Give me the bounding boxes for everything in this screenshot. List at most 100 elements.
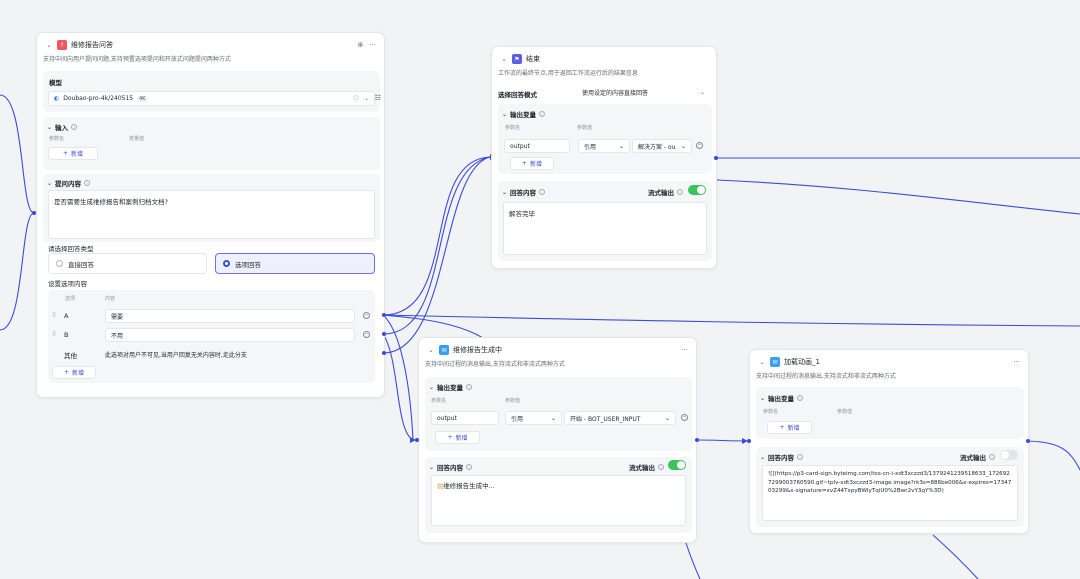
add-variable-button[interactable]: + 新增 <box>435 431 480 444</box>
collapse-chevron-icon[interactable]: ⌄ <box>427 347 435 354</box>
param-value-header: 参数值 <box>577 125 593 131</box>
gen-input-port[interactable] <box>415 438 419 442</box>
param-name-header: 参数名 <box>763 409 779 415</box>
anim-output-port[interactable] <box>1026 439 1030 443</box>
add-variable-button[interactable]: + 新增 <box>510 157 554 170</box>
collapse-chevron-icon[interactable]: ⌄ <box>502 189 507 196</box>
end-input-port[interactable] <box>714 156 718 160</box>
other-option-key: 其他 <box>64 352 77 360</box>
stream-label: 流式输出 <box>960 454 986 462</box>
option-content-input[interactable]: 需要 <box>105 309 355 323</box>
var-type-select[interactable]: 引用 ⌄ <box>505 411 562 425</box>
end-node[interactable]: ⌄ ⚑ 结束 工作流的最终节点,用于返回工作流运行后的结果信息 选择回答模式 使… <box>491 46 717 269</box>
var-type-select[interactable]: 引用 ⌄ <box>578 139 630 153</box>
input-label: 输入 <box>55 124 69 132</box>
collapse-chevron-icon[interactable]: ⌄ <box>429 464 434 471</box>
add-circle-icon[interactable]: ⊕ <box>357 41 363 49</box>
plus-icon: + <box>447 434 453 441</box>
end-flag-icon: ⚑ <box>512 54 522 64</box>
remove-option-icon[interactable]: − <box>363 331 370 338</box>
var-value-select[interactable]: 解决方案 - ou ⌄ <box>632 139 692 153</box>
stream-toggle[interactable] <box>1000 450 1018 460</box>
option-content-input[interactable]: 不用 <box>105 328 355 342</box>
info-icon: i <box>658 464 664 470</box>
answer-textarea[interactable]: ![](https://p3-card-sign.byteimg.com/tos… <box>762 465 1018 521</box>
option-a-port[interactable] <box>382 313 386 317</box>
collapse-chevron-icon[interactable]: ⌄ <box>47 124 52 131</box>
collapse-chevron-icon[interactable]: ⌄ <box>47 180 52 187</box>
collapse-chevron-icon[interactable]: ⌄ <box>500 56 508 63</box>
message-node-loading-animation[interactable]: ⌄ ✉ 加载动画_1 ··· 支持中间过程的消息输出,支持流式和非流式两种方式 … <box>749 349 1029 534</box>
collapse-chevron-icon[interactable]: ⌄ <box>429 384 434 391</box>
option-b-port[interactable] <box>382 332 386 336</box>
var-value-select[interactable]: 开始 - BOT_USER_INPUT ⌄ <box>564 411 676 425</box>
answer-section: ⌄ 回答内容 i 流式输出 i ![](https://p3-card-sign… <box>756 447 1024 527</box>
mode-label: 选择回答模式 <box>498 91 537 99</box>
answer-options-radio[interactable]: 选项回答 <box>215 253 375 274</box>
answer-textarea[interactable]: ▤维修报告生成中... <box>431 475 686 526</box>
more-menu-icon[interactable]: ··· <box>681 346 688 354</box>
node-description: 支持中间向用户提问问题,支持预置选项提问和开放式问题提问两种方式 <box>43 56 231 63</box>
collapse-chevron-icon[interactable]: ⌄ <box>502 111 507 118</box>
collapse-chevron-icon[interactable]: ⌄ <box>760 454 765 461</box>
dropdown-icon: ⌄ <box>664 414 670 422</box>
info-icon[interactable]: ⓘ <box>353 94 359 103</box>
stream-toggle[interactable] <box>668 460 686 470</box>
output-section: ⌄ 输出变量 i 参数名 参数值 + 新增 <box>756 387 1024 439</box>
option-key: B <box>64 331 69 339</box>
info-icon: i <box>797 454 804 460</box>
param-name-header: 参数名 <box>49 136 65 142</box>
dropdown-icon[interactable]: ⌄ <box>364 95 369 102</box>
option-other-port[interactable] <box>382 351 386 355</box>
param-name-header: 参数名 <box>505 125 521 131</box>
output-section: ⌄ 输出变量 i 参数名 参数值 output 引用 ⌄ 解决方案 - ou ⌄ −… <box>498 104 712 174</box>
remove-variable-icon[interactable]: − <box>681 414 688 421</box>
input-section: ⌄ 输入 i 参数名 变量值 + 新增 <box>43 117 380 170</box>
model-label: 模型 <box>49 79 62 87</box>
add-input-button[interactable]: + 新增 <box>48 147 98 160</box>
node-title: 维修报告生成中 <box>453 346 502 354</box>
model-select[interactable]: ◐ Doubao-pro-4k/240515 4K ⓘ ⌄ <box>48 91 375 106</box>
dropdown-icon: ⌄ <box>618 142 624 150</box>
answer-direct-radio[interactable]: 直接回答 <box>48 253 207 274</box>
more-menu-icon[interactable]: ··· <box>369 41 376 49</box>
remove-option-icon[interactable]: − <box>363 312 370 319</box>
info-icon: i <box>797 395 804 401</box>
answer-label: 回答内容 <box>768 454 795 462</box>
gen-output-port[interactable] <box>695 438 699 442</box>
node-title: 加载动画_1 <box>784 358 820 366</box>
doubao-logo-icon: ◐ <box>54 95 60 102</box>
output-label: 输出变量 <box>768 395 795 403</box>
more-menu-icon[interactable]: ··· <box>1013 358 1020 366</box>
qa-node[interactable]: ⌄ ? 维修报告问答 ⊕ ··· 支持中间向用户提问问题,支持预置选项提问和开放… <box>36 32 385 398</box>
remove-variable-icon[interactable]: − <box>696 142 703 149</box>
options-section: 选项 内容 ⠿ A 需要 − ⠿ B 不用 − 其他 此选项对用户不可见,当用户… <box>48 290 375 383</box>
var-name-input[interactable]: output <box>431 411 499 425</box>
info-icon: i <box>466 384 473 390</box>
param-name-header: 参数名 <box>431 398 447 404</box>
stream-toggle[interactable] <box>688 185 706 195</box>
node-description: 支持中间过程的消息输出,支持流式和非流式两种方式 <box>756 373 896 380</box>
info-icon: i <box>539 111 546 117</box>
message-node-generating[interactable]: ⌄ ✉ 维修报告生成中 ··· 支持中间过程的消息输出,支持流式和非流式两种方式… <box>418 337 697 543</box>
node-description: 支持中间过程的消息输出,支持流式和非流式两种方式 <box>425 361 565 368</box>
drag-handle-icon[interactable]: ⠿ <box>52 312 56 319</box>
question-textarea[interactable]: 是否需要生成维修报告和案例归档文档? <box>48 190 375 239</box>
question-answer-icon: ? <box>57 40 67 50</box>
settings-sliders-icon[interactable]: ☷ <box>375 94 381 102</box>
var-name-input[interactable]: output <box>504 139 570 153</box>
collapse-chevron-icon[interactable]: ⌄ <box>760 395 765 402</box>
collapse-chevron-icon[interactable]: ⌄ <box>45 42 53 49</box>
add-variable-button[interactable]: + 新增 <box>767 421 812 434</box>
drag-handle-icon[interactable]: ⠿ <box>52 331 56 338</box>
mode-select[interactable]: 使用设定的内容直接回答 ⌄ <box>577 85 710 99</box>
output-label: 输出变量 <box>437 384 464 392</box>
answer-textarea[interactable]: 解答完毕 <box>503 202 707 255</box>
add-option-button[interactable]: + 新增 <box>52 366 96 379</box>
qa-input-port[interactable] <box>32 211 36 215</box>
collapse-chevron-icon[interactable]: ⌄ <box>758 359 766 366</box>
plus-icon: + <box>63 369 69 376</box>
output-section: ⌄ 输出变量 i 参数名 参数值 output 引用 ⌄ 开始 - BOT_USE… <box>425 377 692 451</box>
anim-input-port[interactable] <box>747 439 751 443</box>
model-section: 模型 ◐ Doubao-pro-4k/240515 4K ⓘ ⌄ ☷ <box>43 71 381 112</box>
